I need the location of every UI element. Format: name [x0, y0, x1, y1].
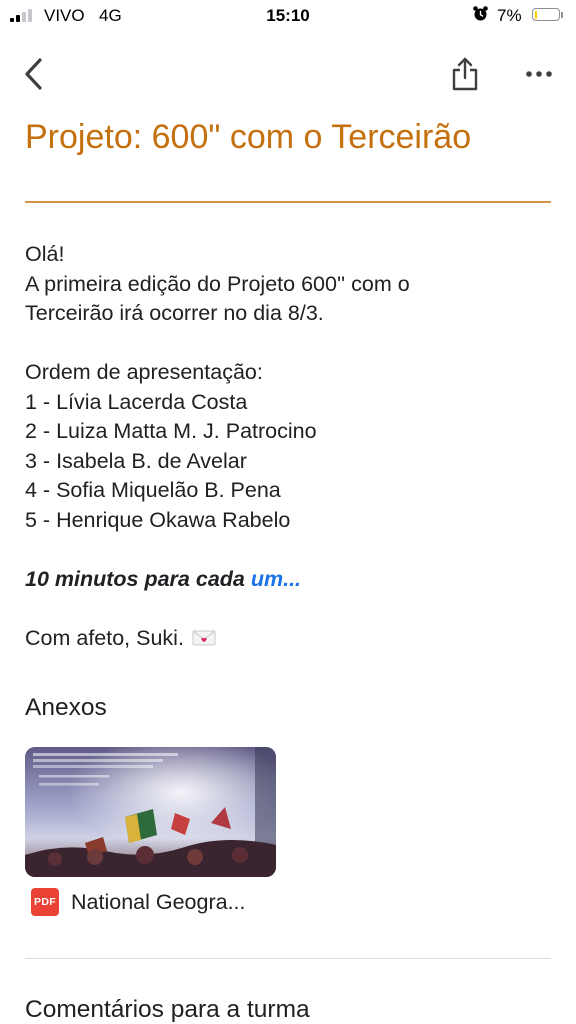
battery-cap: [561, 12, 563, 18]
attachment-preview-image: [25, 747, 276, 877]
attachment-item[interactable]: PDF National Geogra...: [31, 888, 246, 916]
signoff-line: Com afeto, Suki.: [25, 624, 555, 654]
attachment-thumbnail[interactable]: [25, 747, 276, 877]
order-item: 5 - Henrique Okawa Rabelo: [25, 507, 291, 532]
post-body: Olá! A primeira edição do Projeto 600'' …: [25, 240, 555, 653]
attachments-heading: Anexos: [25, 694, 107, 721]
love-letter-icon: [192, 630, 216, 645]
more-horizontal-icon: [526, 71, 552, 77]
pdf-file-icon: PDF: [31, 888, 59, 916]
status-bar: VIVO 4G 15:10 7%: [0, 0, 576, 34]
share-icon: [452, 57, 478, 91]
post-title: Projeto: 600" com o Terceirão: [25, 118, 472, 156]
order-heading: Ordem de apresentação:: [25, 360, 263, 384]
order-item: 2 - Luiza Matta M. J. Patrocino: [25, 419, 317, 443]
order-item: 4 - Sofia Miquelão B. Pena: [25, 478, 281, 502]
battery-percent: 7%: [497, 6, 522, 25]
intro-text-line2: Terceirão irá ocorrer no dia 8/3.: [25, 301, 324, 325]
share-button[interactable]: [444, 52, 486, 96]
more-options-button[interactable]: [516, 56, 562, 92]
class-comments-heading[interactable]: Comentários para a turma: [25, 996, 310, 1024]
intro-text-line1: A primeira edição do Projeto 600'' com o: [25, 271, 410, 296]
title-divider: [25, 201, 551, 203]
greeting-text: Olá!: [25, 242, 65, 266]
section-divider: [25, 958, 551, 959]
emphasis-line: 10 minutos para cada um...: [25, 565, 555, 595]
alarm-clock-icon: [472, 5, 489, 27]
emphasis-text: 10 minutos para cada: [25, 566, 245, 591]
back-button[interactable]: [14, 54, 54, 94]
attachment-file-name: National Geogra...: [71, 889, 246, 914]
order-item: 1 - Lívia Lacerda Costa: [25, 389, 248, 414]
status-time: 15:10: [266, 6, 310, 25]
chevron-left-icon: [25, 58, 42, 90]
show-more-link[interactable]: um...: [251, 567, 301, 591]
signoff-text: Com afeto, Suki.: [25, 625, 184, 650]
order-item: 3 - Isabela B. de Avelar: [25, 448, 247, 473]
battery-icon: [532, 8, 560, 21]
